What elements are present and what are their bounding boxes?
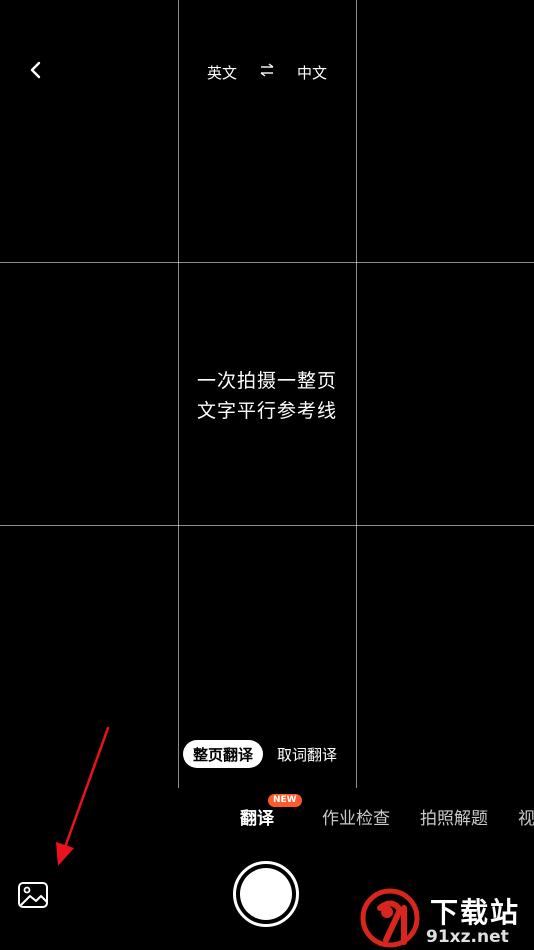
tab-video[interactable]: 视 [518, 804, 534, 829]
watermark-text: 下载站 [430, 896, 521, 929]
framing-hint: 一次拍摄一整页 文字平行参考线 [178, 366, 356, 426]
source-language[interactable]: 英文 [207, 62, 237, 83]
shutter-button[interactable] [233, 861, 299, 927]
shutter-inner [240, 868, 292, 920]
back-button[interactable] [22, 58, 50, 86]
hint-line-1: 一次拍摄一整页 [196, 370, 337, 392]
image-icon [16, 882, 50, 916]
swap-arrows-icon [259, 63, 275, 81]
watermark-url: 91xz.net [426, 927, 509, 947]
grid-line [0, 262, 534, 263]
mode-full-page[interactable]: 整页翻译 [183, 740, 264, 768]
chevron-left-icon [29, 60, 43, 84]
tab-translate[interactable]: 翻译 [240, 804, 274, 829]
swap-languages-button[interactable] [259, 63, 275, 81]
annotation-arrow [56, 726, 110, 866]
tab-photo-solve[interactable]: 拍照解题 [420, 804, 488, 829]
mode-word-pick[interactable]: 取词翻译 [277, 744, 337, 765]
hint-line-2: 文字平行参考线 [196, 400, 337, 422]
tab-homework-check[interactable]: 作业检查 [322, 804, 390, 829]
language-selector: 英文 中文 [178, 60, 356, 84]
translation-mode-switch: 整页翻译 取词翻译 [183, 740, 337, 768]
grid-line [0, 525, 534, 526]
target-language[interactable]: 中文 [297, 62, 327, 83]
new-badge: NEW [268, 794, 302, 807]
grid-line [356, 0, 357, 788]
gallery-button[interactable] [16, 878, 50, 912]
